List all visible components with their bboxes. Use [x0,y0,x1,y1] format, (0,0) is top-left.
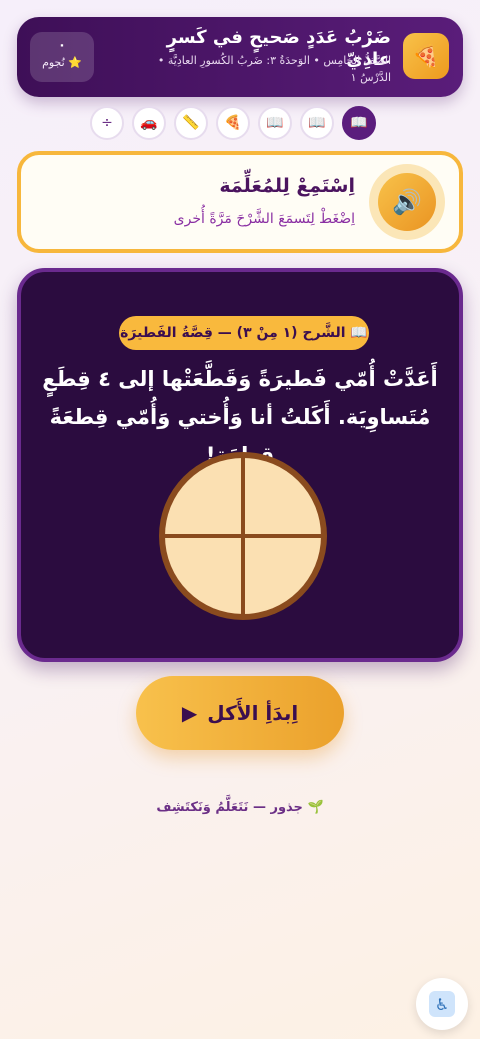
speaker-icon: 🔊 [378,173,436,231]
listen-subtitle: اِضْغَطْ لِتَسمَعَ الشَّرْحَ مَرَّةً أُخ… [173,211,355,227]
nav-step-book-icon[interactable]: 📖 [258,106,292,140]
accessibility-icon: ♿ [429,991,455,1017]
pizza-logo-icon: 🍕 [403,33,449,79]
lesson-step-nav: 📖 📖 📖 🍕 📏 🚗 ÷ [90,106,376,140]
listen-to-teacher-card[interactable]: 🔊 اِسْتَمِعْ لِلمُعَلِّمَة اِضْغَطْ لِتَ… [17,151,463,253]
explanation-card: 📖 الشَّرح (١ مِنْ ٣) — قِصَّةُ الفَطيرَة… [17,268,463,662]
listen-title: اِسْتَمِعْ لِلمُعَلِّمَة [219,175,355,197]
nav-step-pizza-icon[interactable]: 🍕 [216,106,250,140]
lesson-header: 🍕 ضَرْبُ عَدَدٍ صَحيحٍ في كَسرٍ عادِيّ ا… [17,17,463,97]
start-eating-button[interactable]: اِبدَأِ الأَكل ▶ [136,676,344,750]
play-icon: ▶ [181,701,198,725]
stars-label: ⭐ نُجوم [42,56,82,69]
pie-illustration [159,452,327,620]
nav-step-book-icon[interactable]: 📖 [300,106,334,140]
nav-step-car-icon[interactable]: 🚗 [132,106,166,140]
start-eating-label: اِبدَأِ الأَكل [207,701,299,725]
stars-counter: ٠ ⭐ نُجوم [30,32,94,82]
accessibility-button[interactable]: ♿ [416,978,468,1030]
explanation-step-pill: 📖 الشَّرح (١ مِنْ ٣) — قِصَّةُ الفَطيرَة [119,316,369,350]
nav-step-divide-icon[interactable]: ÷ [90,106,124,140]
stars-count: ٠ [58,38,66,53]
nav-step-story-icon[interactable]: 📖 [342,106,376,140]
lesson-subtitle: الصَّفُّ الخامِس • الوَحدَةُ ٣: ضَربُ ال… [157,54,391,84]
speaker-button[interactable]: 🔊 [369,164,445,240]
footer-brand: 🌱 جذور — نَتَعَلَّمُ وَنَكتَشِف [156,800,324,815]
nav-step-ruler-icon[interactable]: 📏 [174,106,208,140]
